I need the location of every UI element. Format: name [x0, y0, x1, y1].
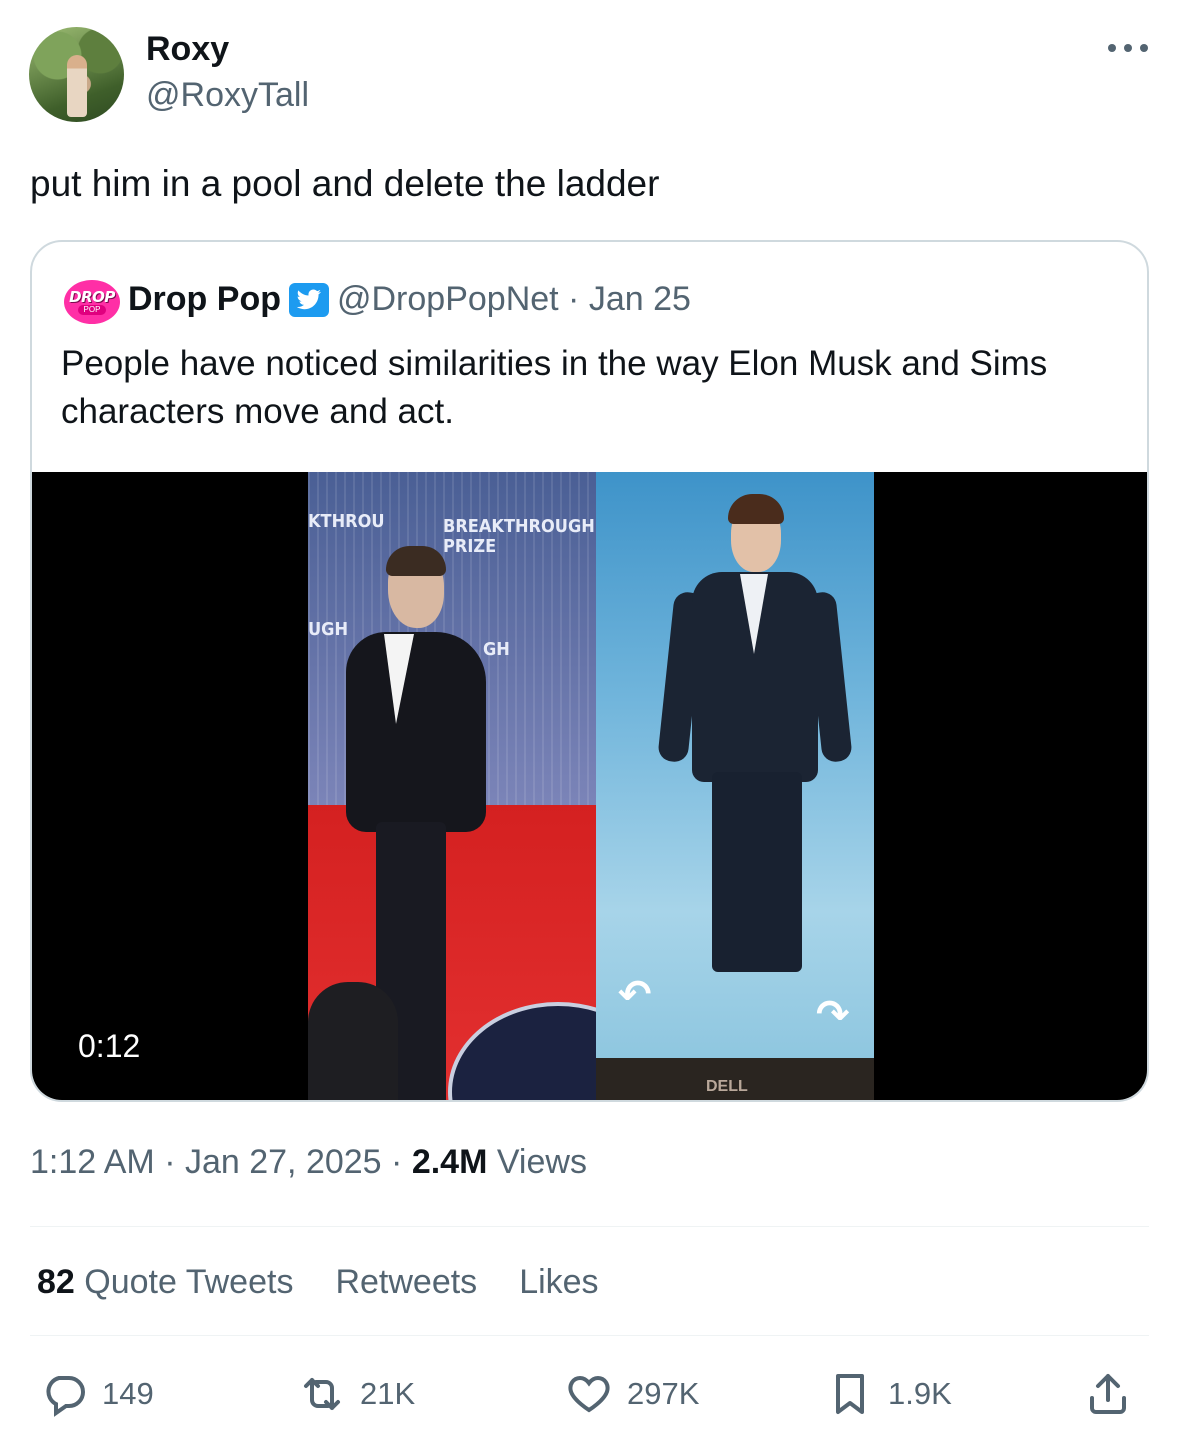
backdrop-text: KTHROU — [308, 511, 385, 532]
video-frame-sims: ↶ ↷ DELL — [596, 472, 874, 1100]
video-player[interactable]: BREAKTHROUGH PRIZE KTHROU UGH GH ↶ ↷ DEL… — [32, 472, 1147, 1100]
quoted-author-name[interactable]: Drop Pop — [128, 280, 281, 319]
engagement-stats: 82 Quote Tweets Retweets Likes — [37, 1263, 599, 1302]
share-button[interactable] — [1084, 1370, 1132, 1418]
like-count: 297K — [627, 1376, 700, 1411]
bookmark-button[interactable]: 1.9K — [826, 1370, 952, 1418]
meta-separator: · — [381, 1143, 412, 1181]
author-handle[interactable]: @RoxyTall — [146, 76, 309, 115]
reply-button[interactable]: 149 — [40, 1370, 154, 1418]
rotate-left-icon: ↶ — [618, 972, 652, 1018]
tweet-time[interactable]: 1:12 AM — [30, 1143, 155, 1181]
retweet-count: 21K — [360, 1376, 416, 1411]
video-frame-red-carpet: BREAKTHROUGH PRIZE KTHROU UGH GH — [308, 472, 596, 1100]
views-label: Views — [496, 1143, 587, 1181]
action-bar: 149 21K 297K 1.9K — [40, 1370, 1140, 1420]
quoted-tweet-header: Drop Pop @DropPopNet · Jan 25 — [128, 280, 691, 319]
meta-separator: · — [558, 280, 589, 318]
quoted-tweet-text: People have noticed similarities in the … — [61, 344, 1048, 431]
avatar-logo-text: DROP — [69, 287, 115, 306]
divider — [30, 1335, 1149, 1336]
rotate-right-icon: ↷ — [816, 992, 850, 1038]
author-name[interactable]: Roxy — [146, 30, 229, 69]
more-options-icon[interactable] — [1108, 38, 1148, 58]
views-count: 2.4M — [411, 1143, 488, 1181]
monitor-brand-logo: DELL — [706, 1078, 748, 1095]
quote-tweets-link[interactable]: 82 Quote Tweets — [37, 1263, 293, 1302]
quote-label: Quote Tweets — [84, 1263, 294, 1301]
backdrop-text: GH — [483, 639, 510, 660]
bookmark-count: 1.9K — [888, 1376, 952, 1411]
tweet-timestamp: 1:12 AM · Jan 27, 2025 · 2.4M Views — [30, 1143, 587, 1182]
avatar-logo-subtext: POP — [77, 304, 107, 315]
verified-badge-icon — [288, 282, 329, 317]
backdrop-text: BREAKTHROUGH — [443, 516, 595, 537]
reply-icon — [46, 1376, 85, 1417]
author-avatar[interactable] — [29, 27, 124, 122]
video-duration-badge: 0:12 — [62, 1022, 157, 1071]
quoted-tweet-date[interactable]: Jan 25 — [589, 280, 691, 319]
likes-link[interactable]: Likes — [519, 1263, 598, 1302]
bookmark-icon — [836, 1374, 864, 1414]
retweet-icon — [304, 1378, 340, 1410]
quoted-author-handle[interactable]: @DropPopNet — [337, 280, 559, 319]
meta-separator: · — [154, 1143, 185, 1181]
quoted-tweet[interactable]: DROP POP Drop Pop @DropPopNet · Jan 25 P… — [30, 240, 1149, 1102]
retweets-link[interactable]: Retweets — [335, 1263, 477, 1302]
tweet-date[interactable]: Jan 27, 2025 — [185, 1143, 382, 1181]
reply-count: 149 — [102, 1376, 154, 1411]
heart-icon — [568, 1375, 610, 1413]
quoted-author-avatar[interactable]: DROP POP — [64, 280, 120, 324]
like-button[interactable]: 297K — [565, 1370, 699, 1418]
share-icon — [1090, 1374, 1126, 1414]
divider — [30, 1226, 1149, 1227]
retweet-button[interactable]: 21K — [298, 1370, 415, 1418]
tweet-text: put him in a pool and delete the ladder — [30, 163, 660, 204]
quote-count: 82 — [37, 1263, 75, 1301]
